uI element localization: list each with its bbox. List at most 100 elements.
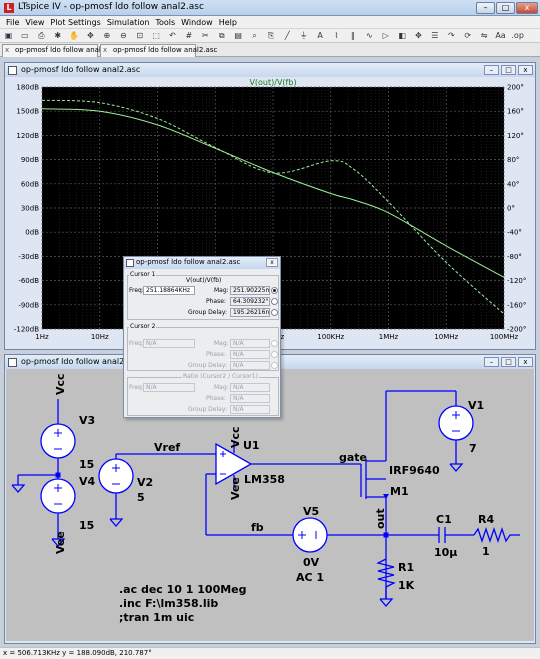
spice-icon[interactable]: .op <box>511 30 524 41</box>
freq-label: Freq: <box>129 340 144 347</box>
menu-help[interactable]: Help <box>219 16 237 29</box>
find-icon[interactable]: ⌕ <box>249 30 260 41</box>
y-right-tick-label: -200° <box>507 326 526 334</box>
x-tick-label: 10MHz <box>434 333 458 341</box>
open-icon[interactable]: ▣ <box>3 30 14 41</box>
paste-icon[interactable]: ▤ <box>233 30 244 41</box>
phase-label: Phase: <box>206 351 226 358</box>
redo-icon[interactable]: ↷ <box>446 30 457 41</box>
cursor1-phase-field[interactable]: 64.309232° <box>230 297 270 306</box>
zoom-area-icon[interactable]: ⬚ <box>151 30 162 41</box>
cursor1-freq-field[interactable]: 251.18864KHz <box>143 286 195 295</box>
resistor-icon[interactable]: ⌇ <box>331 30 342 41</box>
zoom-in-icon[interactable]: ⊕ <box>101 30 112 41</box>
save-icon[interactable]: ▭ <box>19 30 30 41</box>
cursor1-mag-radio[interactable] <box>271 287 278 294</box>
rotate-icon[interactable]: ⟳ <box>462 30 473 41</box>
cursor2-phase-radio[interactable] <box>271 351 278 358</box>
cursor1-group-delay-field[interactable]: 195.26216ns <box>230 308 270 317</box>
schematic-close-button[interactable]: x <box>518 357 533 367</box>
grid-icon[interactable]: # <box>183 30 194 41</box>
tab-document-1[interactable]: x op-pmosf ldo follow anal2.asc <box>2 44 119 57</box>
cursor1-phase-radio[interactable] <box>271 298 278 305</box>
minimize-button[interactable]: – <box>476 2 495 14</box>
spice-directive-tran[interactable]: ;tran 1m uic <box>119 611 194 624</box>
plot-minimize-button[interactable]: – <box>484 65 499 75</box>
cut-icon[interactable]: ✂ <box>200 30 211 41</box>
inductor-icon[interactable]: ∿ <box>364 30 375 41</box>
ratio-phase-field[interactable]: N/A <box>230 394 270 403</box>
tab-close-icon[interactable]: x <box>5 45 9 56</box>
status-bar: x = 506.713KHz y = 188.090dB, 210.787° <box>0 647 540 659</box>
print-preview-icon[interactable]: ⎘ <box>265 30 276 41</box>
r4-label: R4 <box>478 513 494 526</box>
spice-directive-ac[interactable]: .ac dec 10 1 100Meg <box>119 583 247 596</box>
out-net-label: out <box>374 508 387 529</box>
cursor2-mag-field[interactable]: N/A <box>230 339 270 348</box>
text-icon[interactable]: Aa <box>495 30 506 41</box>
copy-icon[interactable]: ⧉ <box>216 30 227 41</box>
cursor2-group-delay-radio[interactable] <box>271 362 278 369</box>
cursor2-mag-radio[interactable] <box>271 340 278 347</box>
menu-view[interactable]: View <box>25 16 44 29</box>
menu-tools[interactable]: Tools <box>155 16 175 29</box>
pan-icon[interactable]: ✥ <box>85 30 96 41</box>
menu-window[interactable]: Window <box>181 16 213 29</box>
halt-icon[interactable]: ✋ <box>69 30 80 41</box>
schematic-minimize-button[interactable]: – <box>484 357 499 367</box>
wire-icon[interactable]: ╱ <box>282 30 293 41</box>
schematic-maximize-button[interactable]: □ <box>501 357 516 367</box>
plot-close-button[interactable]: x <box>518 65 533 75</box>
cursor-dialog-titlebar: op-pmosf ldo follow anal2.asc x <box>124 257 280 269</box>
y-left-tick-label: 180dB <box>16 84 39 92</box>
cursor1-label: Cursor 1 <box>129 271 157 278</box>
plot-window-titlebar: op-pmosf ldo follow anal2.asc – □ x <box>5 63 535 77</box>
x-tick-label: 100MHz <box>490 333 519 341</box>
component-icon[interactable]: ◧ <box>397 30 408 41</box>
gate-net-label: gate <box>339 451 367 464</box>
menu-file[interactable]: File <box>6 16 19 29</box>
zoom-fit-icon[interactable]: ⊡ <box>134 30 145 41</box>
mirror-icon[interactable]: ⇋ <box>479 30 490 41</box>
tab-label: op-pmosf ldo follow anal2.asc <box>113 46 218 54</box>
document-tabs: x op-pmosf ldo follow anal2.asc x op-pmo… <box>0 43 540 57</box>
drag-icon[interactable]: ☰ <box>429 30 440 41</box>
cursor1-group-delay-radio[interactable] <box>271 309 278 316</box>
maximize-button[interactable]: □ <box>496 2 515 14</box>
y-left-tick-label: 0dB <box>25 229 39 237</box>
trace-legend[interactable]: V(out)/V(fb) <box>249 78 296 87</box>
plot-maximize-button[interactable]: □ <box>501 65 516 75</box>
u1-vee-label: Vee <box>229 477 242 500</box>
diode-icon[interactable]: ▷ <box>380 30 391 41</box>
move-icon[interactable]: ✥ <box>413 30 424 41</box>
zoom-out-icon[interactable]: ⊖ <box>118 30 129 41</box>
capacitor-icon[interactable]: ‖ <box>347 30 358 41</box>
ratio-group-delay-field[interactable]: N/A <box>230 405 270 414</box>
label-icon[interactable]: A <box>315 30 326 41</box>
u1-vcc-label: Vcc <box>229 426 242 448</box>
tab-document-2[interactable]: x op-pmosf ldo follow anal2.asc <box>100 44 217 57</box>
ratio-freq-field[interactable]: N/A <box>143 383 195 392</box>
cursor2-freq-field[interactable]: N/A <box>143 339 195 348</box>
group-delay-label: Group Delay: <box>188 406 227 413</box>
spice-directive-inc[interactable]: .inc F:\lm358.lib <box>119 597 218 610</box>
phase-label: Phase: <box>206 298 226 305</box>
undo-icon[interactable]: ↶ <box>167 30 178 41</box>
menu-simulation[interactable]: Simulation <box>107 16 150 29</box>
vee-net-label: Vee <box>54 531 67 554</box>
y-right-tick-label: 40° <box>507 180 519 188</box>
print-icon[interactable]: ⎙ <box>36 30 47 41</box>
tab-close-icon[interactable]: x <box>103 45 107 56</box>
y-left-tick-label: -120dB <box>14 326 39 334</box>
menu-plot-settings[interactable]: Plot Settings <box>50 16 100 29</box>
y-right-tick-label: 120° <box>507 132 524 140</box>
cursor1-mag-field[interactable]: 251.90225mdB <box>230 286 270 295</box>
cursor-dialog-close-button[interactable]: x <box>266 258 278 267</box>
ratio-mag-field[interactable]: N/A <box>230 383 270 392</box>
cursor2-phase-field[interactable]: N/A <box>230 350 270 359</box>
cursor2-group-delay-field[interactable]: N/A <box>230 361 270 370</box>
close-button[interactable]: x <box>516 2 538 14</box>
ground-icon[interactable]: ⏚ <box>298 30 309 41</box>
y-left-tick-label: 90dB <box>21 156 39 164</box>
run-icon[interactable]: ✱ <box>52 30 63 41</box>
